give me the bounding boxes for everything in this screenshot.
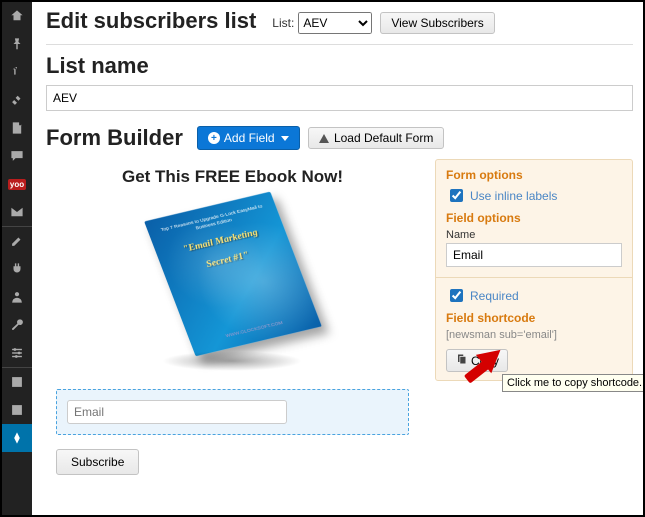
shortcode-value: [newsman sub='email'] bbox=[446, 329, 622, 341]
field-name-input[interactable] bbox=[446, 243, 622, 267]
sidebar-item-media[interactable] bbox=[2, 58, 32, 86]
email-field-block[interactable] bbox=[56, 389, 409, 435]
field-shortcode-heading: Field shortcode bbox=[446, 311, 622, 325]
sidebar-item-dashboard[interactable] bbox=[2, 2, 32, 30]
add-field-label: Add Field bbox=[224, 131, 275, 145]
required-label[interactable]: Required bbox=[470, 289, 519, 303]
email-input[interactable] bbox=[67, 400, 287, 424]
ebook-image: Top 7 Reasons to Upgrade G-Lock EasyMail… bbox=[158, 199, 308, 369]
sidebar-item-links[interactable] bbox=[2, 86, 32, 114]
list-label: List: bbox=[272, 16, 294, 30]
list-name-input[interactable] bbox=[46, 85, 633, 111]
sidebar-item-newsman[interactable] bbox=[2, 424, 32, 452]
warning-icon bbox=[319, 134, 329, 143]
subscribe-button[interactable]: Subscribe bbox=[56, 449, 139, 475]
form-preview-title: Get This FREE Ebook Now! bbox=[46, 167, 419, 187]
required-checkbox[interactable] bbox=[450, 289, 463, 302]
inline-labels-row[interactable]: Use inline labels bbox=[446, 186, 622, 205]
plus-icon: + bbox=[208, 132, 220, 144]
sidebar-item-generic-a[interactable] bbox=[2, 368, 32, 396]
ebook-topline: Top 7 Reasons to Upgrade G-Lock EasyMail… bbox=[157, 203, 268, 240]
list-name-heading: List name bbox=[46, 53, 633, 79]
annotation-arrow bbox=[460, 346, 504, 390]
inline-labels-checkbox[interactable] bbox=[450, 189, 463, 202]
page-title: Edit subscribers list bbox=[46, 8, 256, 34]
list-select[interactable]: AEV bbox=[298, 12, 372, 34]
caret-down-icon bbox=[281, 136, 289, 141]
load-default-button[interactable]: Load Default Form bbox=[308, 127, 445, 149]
form-builder-heading: Form Builder bbox=[46, 125, 183, 151]
ebook-ribbon-2: Secret #1" bbox=[204, 250, 250, 270]
ebook-ribbon-1: "Email Marketing bbox=[181, 227, 259, 254]
inline-labels-label[interactable]: Use inline labels bbox=[470, 189, 557, 203]
sidebar-item-appearance[interactable] bbox=[2, 227, 32, 255]
sidebar-item-users[interactable] bbox=[2, 283, 32, 311]
sidebar-item-pin[interactable] bbox=[2, 30, 32, 58]
required-row[interactable]: Required bbox=[446, 286, 622, 305]
sidebar-item-pages[interactable] bbox=[2, 114, 32, 142]
add-field-button[interactable]: + Add Field bbox=[197, 126, 300, 150]
main-content: Edit subscribers list List: AEV View Sub… bbox=[32, 2, 643, 515]
sidebar-item-settings[interactable] bbox=[2, 339, 32, 367]
ebook-site: WWW.GLOCKSOFT.COM bbox=[224, 320, 283, 339]
sidebar-item-tools[interactable] bbox=[2, 311, 32, 339]
field-options-heading: Field options bbox=[446, 211, 622, 225]
copy-tooltip: Click me to copy shortcode. bbox=[502, 374, 645, 392]
sidebar-item-contact[interactable] bbox=[2, 198, 32, 226]
sidebar-item-yoo[interactable]: yoo bbox=[2, 170, 32, 198]
sidebar-item-comments[interactable] bbox=[2, 142, 32, 170]
view-subscribers-button[interactable]: View Subscribers bbox=[380, 12, 494, 34]
admin-sidebar: yoo bbox=[2, 2, 32, 515]
sidebar-item-plugins[interactable] bbox=[2, 255, 32, 283]
form-options-heading: Form options bbox=[446, 168, 622, 182]
sidebar-item-generic-b[interactable] bbox=[2, 396, 32, 424]
load-default-label: Load Default Form bbox=[334, 131, 433, 145]
field-name-label: Name bbox=[446, 229, 622, 241]
form-preview: Get This FREE Ebook Now! Top 7 Reasons t… bbox=[46, 159, 423, 475]
